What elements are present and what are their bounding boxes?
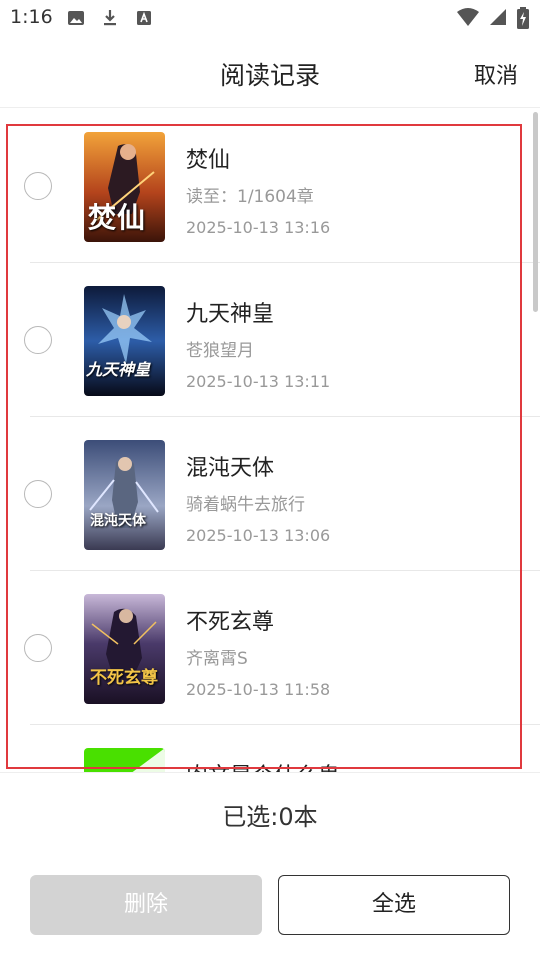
book-author: 齐离霄S [186,649,248,669]
book-list-item[interactable]: 九天神皇 九天神皇 苍狼望月 2025-10-13 13:11 [0,263,540,417]
book-title: 肉文是个什么鬼 [186,758,340,772]
book-cover [84,748,165,772]
status-icons-left [66,8,154,28]
cover-text: 焚仙 [88,201,147,234]
selected-count: 已选:0本 [222,803,318,831]
book-title: 混沌天体 [186,456,275,481]
status-time: 1:16 [10,6,53,28]
status-icons-right [456,7,530,29]
signal-icon [488,7,508,27]
cover-text: 九天神皇 [86,360,151,379]
wifi-icon [456,7,480,27]
book-list-item[interactable]: 肉文是个什么鬼 [0,725,540,772]
header: 阅读记录 取消 [0,36,540,108]
battery-charging-icon [516,7,530,29]
select-radio[interactable] [24,326,52,354]
cover-text: 不死玄尊 [90,668,158,688]
book-author: 骑着蜗牛去旅行 [186,495,305,515]
select-radio[interactable] [24,172,52,200]
book-cover: 不死玄尊 [84,594,165,704]
select-all-button[interactable]: 全选 [278,875,510,935]
font-icon [134,8,154,28]
book-cover: 混沌天体 [84,440,165,550]
select-radio[interactable] [24,480,52,508]
book-list-item[interactable]: 焚仙 焚仙 读至：1/1604章 2025-10-13 13:16 [0,109,540,263]
book-read-time: 2025-10-13 13:11 [186,372,331,391]
download-icon [100,8,120,28]
book-list-item[interactable]: 不死玄尊 不死玄尊 齐离霄S 2025-10-13 11:58 [0,571,540,725]
cover-text: 混沌天体 [90,513,146,529]
book-list-item[interactable]: 混沌天体 混沌天体 骑着蜗牛去旅行 2025-10-13 13:06 [0,417,540,571]
book-author: 苍狼望月 [186,341,254,361]
select-radio[interactable] [24,634,52,662]
book-read-time: 2025-10-13 13:16 [186,218,331,237]
image-icon [66,8,86,28]
page-title: 阅读记录 [219,61,320,90]
book-title: 焚仙 [186,148,231,173]
status-bar: 1:16 [0,0,540,36]
book-read-time: 2025-10-13 11:58 [186,680,331,699]
book-cover: 焚仙 [84,132,165,242]
footer: 已选:0本 删除 全选 [0,772,540,960]
book-title: 九天神皇 [186,302,275,327]
scrollbar[interactable] [533,112,538,312]
delete-button[interactable]: 删除 [30,875,262,935]
reading-history-list[interactable]: 焚仙 焚仙 读至：1/1604章 2025-10-13 13:16 九天神皇 九… [0,109,540,772]
book-cover: 九天神皇 [84,286,165,396]
cancel-button[interactable]: 取消 [474,58,518,90]
book-read-time: 2025-10-13 13:06 [186,526,331,545]
book-progress: 读至：1/1604章 [186,187,314,207]
book-title: 不死玄尊 [186,610,275,635]
